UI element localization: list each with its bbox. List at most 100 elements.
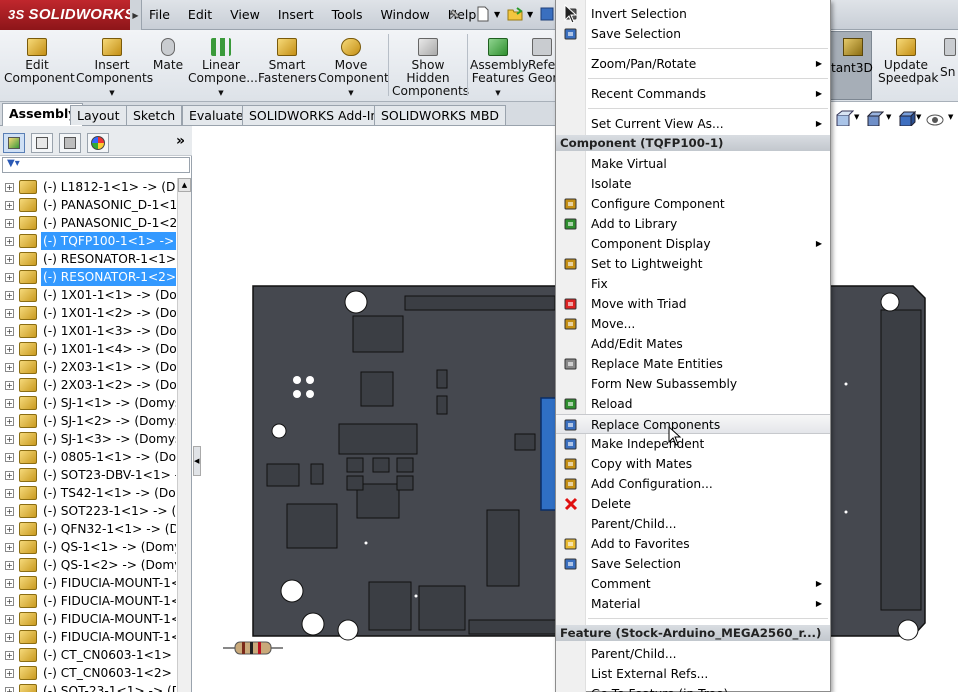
tree-item[interactable]: + (-) 2X03-1<2> -> (Domyś — [0, 376, 176, 394]
tree-item[interactable]: + (-) CT_CN0603-1<2> -> (I — [0, 664, 176, 682]
tree-scrollbar[interactable]: ▲ — [177, 178, 191, 692]
menu-view[interactable]: View — [221, 0, 269, 30]
menu-item-make-independent[interactable]: Make Independent — [556, 434, 830, 454]
display-manager-tab-icon[interactable] — [87, 133, 109, 153]
dropdown-arrow-icon[interactable]: ▼ — [948, 113, 953, 121]
linear-component-pattern-button[interactable]: Linear Compone... ▼ — [188, 34, 258, 100]
tree-item[interactable]: + (-) FIDUCIA-MOUNT-1<4 — [0, 628, 176, 646]
dropdown-arrow-icon[interactable]: ▼ — [318, 87, 384, 100]
expand-icon[interactable]: + — [5, 273, 14, 282]
dropdown-arrow-icon[interactable]: ▼ — [470, 87, 526, 100]
expand-icon[interactable]: + — [5, 615, 14, 624]
tree-item[interactable]: + (-) 1X01-1<2> -> (Domyś — [0, 304, 176, 322]
expand-icon[interactable]: + — [5, 327, 14, 336]
open-folder-icon[interactable] — [506, 6, 524, 22]
menu-item-add-edit-mates[interactable]: Add/Edit Mates — [556, 334, 830, 354]
tree-item[interactable]: + (-) TQFP100-1<1> -> (Do — [0, 232, 176, 250]
menu-item-replace-components[interactable]: Replace Components — [556, 414, 830, 434]
menu-item-isolate[interactable]: Isolate — [556, 174, 830, 194]
menu-item-delete[interactable]: Delete — [556, 494, 830, 514]
expand-icon[interactable]: + — [5, 561, 14, 570]
expand-icon[interactable]: + — [5, 399, 14, 408]
menu-item-copy-with-mates[interactable]: Copy with Mates — [556, 454, 830, 474]
expand-icon[interactable]: + — [5, 435, 14, 444]
collapse-panel-handle-icon[interactable]: ◀ — [193, 446, 201, 476]
expand-icon[interactable]: + — [5, 633, 14, 642]
tree-item[interactable]: + (-) SOT223-1<1> -> (Dom — [0, 502, 176, 520]
tab-sketch[interactable]: Sketch — [126, 105, 183, 125]
tree-item[interactable]: + (-) 1X01-1<4> -> (Domyś — [0, 340, 176, 358]
tree-item[interactable]: + (-) 1X01-1<3> -> (Domyś — [0, 322, 176, 340]
tree-item[interactable]: + (-) SJ-1<3> -> (Domyślna — [0, 430, 176, 448]
expand-icon[interactable]: + — [5, 687, 14, 692]
expand-icon[interactable]: + — [5, 597, 14, 606]
tree-item[interactable]: + (-) CT_CN0603-1<1> -> (I — [0, 646, 176, 664]
mate-button[interactable]: Mate — [150, 34, 186, 72]
reference-geometry-button[interactable]: Refe Geom — [528, 34, 556, 85]
dropdown-arrow-icon[interactable]: ▼ — [188, 87, 254, 100]
menu-item-invert-selection[interactable]: Invert Selection — [556, 4, 830, 24]
expand-icon[interactable]: + — [5, 237, 14, 246]
menu-insert[interactable]: Insert — [269, 0, 323, 30]
menu-item-move[interactable]: Move... — [556, 314, 830, 334]
menu-file[interactable]: File — [140, 0, 179, 30]
expand-icon[interactable]: + — [5, 417, 14, 426]
tree-item[interactable]: + (-) RESONATOR-1<2> -> — [0, 268, 176, 286]
expand-icon[interactable]: + — [5, 381, 14, 390]
tree-item[interactable]: + (-) 0805-1<1> -> (Domyśl — [0, 448, 176, 466]
dropdown-arrow-icon[interactable]: ▼ — [916, 113, 921, 121]
tree-item[interactable]: + (-) PANASONIC_D-1<1> - — [0, 196, 176, 214]
update-speedpak-button[interactable]: Update Speedpak — [878, 34, 938, 85]
property-manager-tab-icon[interactable] — [31, 133, 53, 153]
expand-icon[interactable]: + — [5, 489, 14, 498]
menu-item-save-selection[interactable]: Save Selection — [556, 554, 830, 574]
menu-item-set-current-view-as[interactable]: Set Current View As... ▶ — [556, 114, 830, 134]
tree-item[interactable]: + (-) FIDUCIA-MOUNT-1<3 — [0, 610, 176, 628]
smart-fasteners-button[interactable]: Smart Fasteners — [258, 34, 317, 85]
tree-item[interactable]: + (-) FIDUCIA-MOUNT-1<1 — [0, 574, 176, 592]
tree-item[interactable]: + (-) RESONATOR-1<1> -> — [0, 250, 176, 268]
tree-item[interactable]: + (-) SJ-1<1> -> (Domyślna — [0, 394, 176, 412]
menu-item-configure-component[interactable]: Configure Component — [556, 194, 830, 214]
menu-item-form-new-subassembly[interactable]: Form New Subassembly — [556, 374, 830, 394]
menu-edit[interactable]: Edit — [179, 0, 221, 30]
menu-item-add-configuration[interactable]: Add Configuration... — [556, 474, 830, 494]
expand-icon[interactable]: + — [5, 183, 14, 192]
edit-component-button[interactable]: Edit Component — [4, 34, 75, 85]
expand-icon[interactable]: + — [5, 579, 14, 588]
show-hidden-components-button[interactable]: Show Hidden Components — [392, 34, 469, 98]
menu-item-save-selection[interactable]: Save Selection — [556, 24, 830, 44]
tree-filter-field[interactable]: ▼▾ — [2, 157, 190, 173]
menu-item-material[interactable]: Material ▶ — [556, 594, 830, 614]
tab-mbd[interactable]: SOLIDWORKS MBD — [374, 105, 507, 125]
menu-item-zoom-pan-rotate[interactable]: Zoom/Pan/Rotate ▶ — [556, 54, 830, 74]
tab-addins[interactable]: SOLIDWORKS Add-Ins — [242, 105, 392, 125]
expand-icon[interactable]: + — [5, 291, 14, 300]
menu-tools[interactable]: Tools — [323, 0, 372, 30]
move-component-button[interactable]: Move Component ▼ — [318, 34, 389, 100]
snapshot-button[interactable]: Sn — [940, 34, 958, 79]
expand-icon[interactable]: + — [5, 651, 14, 660]
instant3d-button[interactable]: tant3D — [828, 31, 873, 100]
tree-item[interactable]: + (-) SJ-1<2> -> (Domyślna — [0, 412, 176, 430]
solidworks-logo[interactable]: 3S SOLIDWORKS — [0, 0, 135, 30]
tree-item[interactable]: + (-) PANASONIC_D-1<2> - — [0, 214, 176, 232]
expand-icon[interactable]: + — [5, 669, 14, 678]
insert-components-button[interactable]: Insert Components ▼ — [76, 34, 153, 100]
expand-icon[interactable]: + — [5, 507, 14, 516]
menu-item-add-to-favorites[interactable]: Add to Favorites — [556, 534, 830, 554]
expand-panel-icon[interactable]: » — [176, 133, 185, 149]
menu-item-list-external-refs[interactable]: List External Refs... — [556, 664, 830, 684]
menu-item-fix[interactable]: Fix — [556, 274, 830, 294]
scroll-up-arrow-icon[interactable]: ▲ — [178, 178, 191, 192]
tree-item[interactable]: + (-) QS-1<2> -> (Domyśln — [0, 556, 176, 574]
menu-item-replace-mate-entities[interactable]: Replace Mate Entities — [556, 354, 830, 374]
expand-icon[interactable]: + — [5, 309, 14, 318]
menu-item-reload[interactable]: Reload — [556, 394, 830, 414]
tab-evaluate[interactable]: Evaluate — [182, 105, 251, 125]
expand-icon[interactable]: + — [5, 471, 14, 480]
menu-item-component-display[interactable]: Component Display ▶ — [556, 234, 830, 254]
expand-icon[interactable]: + — [5, 201, 14, 210]
menu-item-go-to-feature-in-tree[interactable]: Go To Feature (in Tree) — [556, 684, 830, 692]
expand-icon[interactable]: + — [5, 345, 14, 354]
